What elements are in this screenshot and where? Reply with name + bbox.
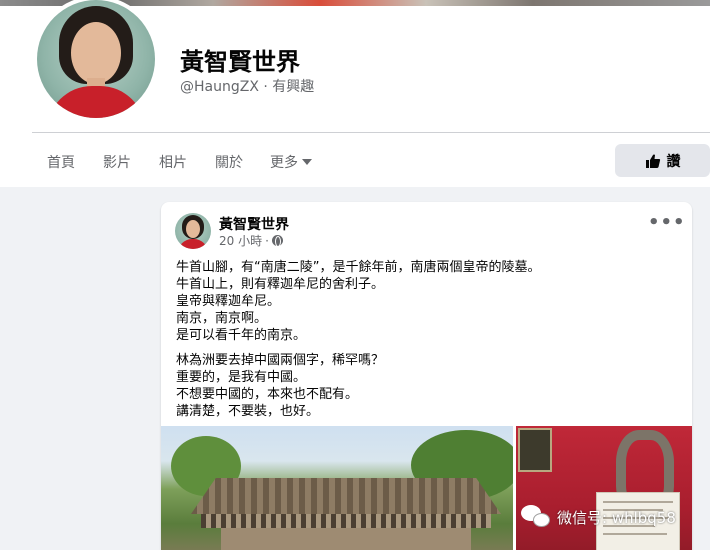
- post-line: 牛首山上，則有釋迦牟尼的舍利子。: [176, 277, 385, 292]
- post-body: 牛首山腳，有“南唐二陵”，是千餘年前，南唐兩個皇帝的陵墓。 牛首山上，則有釋迦牟…: [176, 259, 676, 428]
- tab-photos[interactable]: 相片: [159, 152, 187, 172]
- post-meta: 20 小時 ·: [219, 232, 283, 249]
- profile-header: 黃智賢世界 @HaungZX · 有興趣 首頁 影片 相片 關於 更多 讚: [0, 0, 710, 187]
- tab-about[interactable]: 關於: [215, 152, 243, 172]
- tab-home[interactable]: 首頁: [47, 152, 75, 172]
- post-author-avatar[interactable]: [175, 213, 211, 249]
- meta-separator: ·: [265, 233, 269, 248]
- wechat-watermark: 微信号: whlbq58: [521, 504, 676, 530]
- profile-name: 黃智賢世界: [180, 48, 300, 76]
- post-photo-relic-display[interactable]: [516, 426, 692, 550]
- post-line: 皇帝與釋迦牟尼。: [176, 294, 281, 309]
- tab-more[interactable]: 更多: [270, 152, 312, 172]
- profile-avatar[interactable]: [37, 0, 155, 118]
- post-line: 南京，南京啊。: [176, 311, 268, 326]
- post-line: 不想要中國的，本來也不配有。: [176, 387, 359, 402]
- header-divider: [32, 132, 710, 133]
- post-photo-tomb-gate[interactable]: [161, 426, 513, 550]
- wechat-icon: [521, 505, 551, 529]
- post-line: 林為洲要去掉中國兩個字，稀罕嗎？: [176, 353, 385, 368]
- like-button-label: 讚: [666, 153, 681, 170]
- profile-subtitle: @HaungZX · 有興趣: [180, 76, 314, 96]
- watermark-text: 微信号: whlbq58: [557, 508, 676, 527]
- profile-category[interactable]: 有興趣: [272, 79, 314, 95]
- post-timestamp[interactable]: 20 小時: [219, 232, 262, 249]
- post-line: 講清楚，不要裝，也好。: [176, 404, 320, 419]
- post-line: 牛首山腳，有“南唐二陵”，是千餘年前，南唐兩個皇帝的陵墓。: [176, 260, 541, 275]
- post-author-name[interactable]: 黃智賢世界: [219, 214, 289, 234]
- more-horizontal-icon[interactable]: •••: [648, 214, 685, 236]
- subtitle-separator: ·: [258, 79, 273, 95]
- post-line: 重要的，是我有中國。: [176, 370, 307, 385]
- thumbs-up-icon: [645, 154, 660, 168]
- post-paragraph: 牛首山腳，有“南唐二陵”，是千餘年前，南唐兩個皇帝的陵墓。 牛首山上，則有釋迦牟…: [176, 259, 676, 344]
- tab-videos[interactable]: 影片: [103, 152, 131, 172]
- globe-icon: [271, 235, 283, 247]
- post-card: 黃智賢世界 20 小時 · ••• 牛首山腳，有“南唐二陵”，是千餘年前，南唐兩…: [161, 202, 692, 550]
- profile-handle: @HaungZX: [180, 79, 259, 95]
- caret-down-icon: [302, 159, 312, 165]
- tab-more-label: 更多: [270, 155, 298, 171]
- like-page-button[interactable]: 讚: [615, 144, 710, 177]
- post-paragraph: 林為洲要去掉中國兩個字，稀罕嗎？ 重要的，是我有中國。 不想要中國的，本來也不配…: [176, 352, 676, 420]
- post-line: 是可以看千年的南京。: [176, 328, 307, 343]
